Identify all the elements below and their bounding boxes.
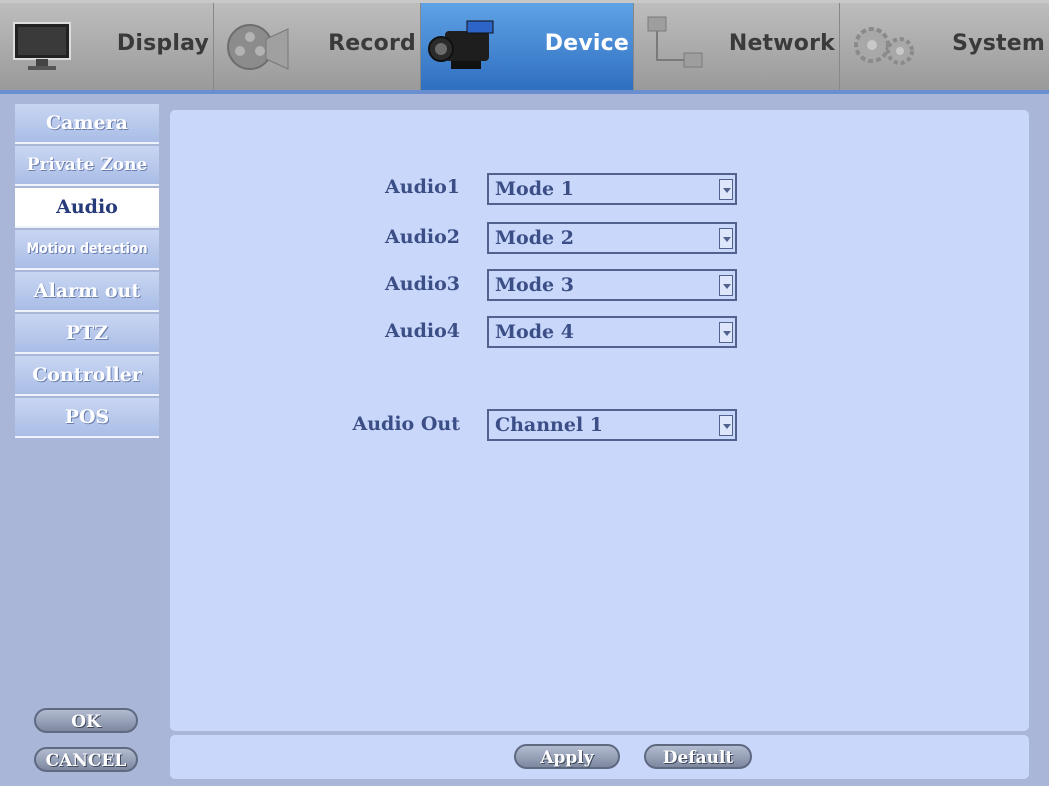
tab-label: System [952,31,1045,56]
tab-label: Device [544,31,629,56]
ok-button-label: OK [71,712,101,732]
chevron-down-icon[interactable] [719,275,733,296]
default-button[interactable]: Default [644,744,752,769]
tab-label: Network [728,31,835,56]
tab-label: Record [328,31,416,56]
cancel-button[interactable]: CANCEL [34,747,138,772]
sidebar-item-pos[interactable]: POS [15,398,159,438]
top-tab-bar: Display Record Device Network System [0,0,1049,94]
sidebar-item-label: Audio [56,196,118,218]
audio2-select[interactable]: Mode 2 [487,222,737,254]
audio3-value: Mode 3 [495,274,574,296]
sidebar-item-controller[interactable]: Controller [15,356,159,396]
sidebar-item-audio[interactable]: Audio [15,188,159,228]
audio-out-select[interactable]: Channel 1 [487,409,737,441]
sidebar-item-private-zone[interactable]: Private Zone [15,146,159,186]
tab-system[interactable]: System [840,3,1049,90]
tab-network[interactable]: Network [634,3,840,90]
gears-icon [854,27,914,65]
chevron-down-icon[interactable] [719,415,733,436]
audio4-select[interactable]: Mode 4 [487,316,737,348]
tab-device[interactable]: Device [421,3,634,90]
sidebar-item-camera[interactable]: Camera [15,104,159,144]
monitor-icon [13,22,71,70]
camcorder-icon [428,20,494,69]
sidebar-item-label: Motion detection [26,241,148,257]
sidebar-item-alarm-out[interactable]: Alarm out [15,272,159,312]
tab-label: Display [116,31,209,56]
sidebar-item-label: Camera [46,112,128,134]
audio4-label: Audio4 [385,320,460,342]
apply-button[interactable]: Apply [514,744,620,769]
cancel-button-label: CANCEL [45,751,127,771]
sidebar-item-label: POS [64,406,110,428]
audio1-value: Mode 1 [495,178,574,200]
sidebar-item-label: Alarm out [33,280,141,302]
sidebar-item-label: PTZ [65,322,109,344]
chevron-down-icon[interactable] [719,228,733,249]
sidebar-item-label: Private Zone [26,155,148,175]
audio3-select[interactable]: Mode 3 [487,269,737,301]
chevron-down-icon[interactable] [719,322,733,343]
audio1-select[interactable]: Mode 1 [487,173,737,205]
sidebar-item-label: Controller [32,364,142,386]
audio4-value: Mode 4 [495,321,574,343]
tab-display[interactable]: Display [0,3,214,90]
apply-button-label: Apply [540,748,594,768]
audio1-label: Audio1 [385,176,460,198]
audio2-value: Mode 2 [495,227,574,249]
sidebar-item-motion-detection[interactable]: Motion detection [15,230,159,270]
sidebar-item-ptz[interactable]: PTZ [15,314,159,354]
audio-out-value: Channel 1 [495,414,604,436]
chevron-down-icon[interactable] [719,179,733,200]
film-reel-icon [227,24,289,70]
audio3-label: Audio3 [385,273,460,295]
network-icon [647,16,703,68]
audio2-label: Audio2 [385,226,460,248]
default-button-label: Default [662,748,734,768]
audio-out-label: Audio Out [352,413,461,435]
ok-button[interactable]: OK [34,708,138,733]
tab-record[interactable]: Record [214,3,421,90]
